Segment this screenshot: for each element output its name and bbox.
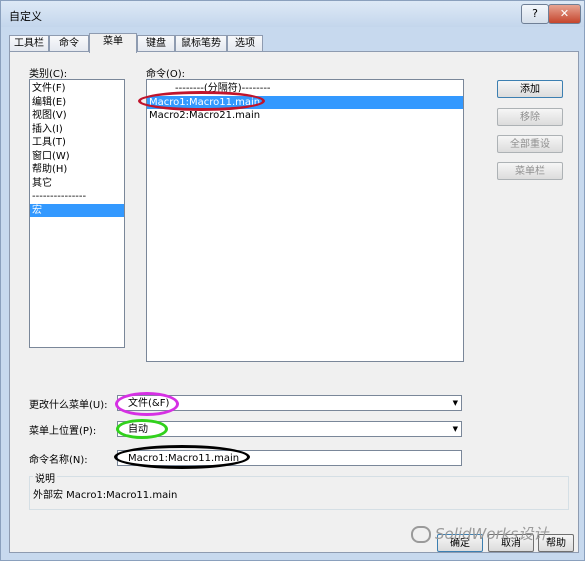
tab-commands[interactable]: 命令 — [49, 35, 89, 52]
remove-button[interactable]: 移除 — [497, 108, 563, 126]
description-group: 说明 外部宏 Macro1:Macro11.main — [29, 470, 569, 510]
category-item[interactable]: 视图(V) — [30, 109, 124, 123]
watermark-text: SolidWorks设计 — [435, 525, 549, 543]
commands-label: 命令(O): — [146, 69, 186, 80]
change-menu-label: 更改什么菜单(U): — [29, 400, 108, 411]
category-item[interactable]: 工具(T) — [30, 136, 124, 150]
tab-mouse-gestures[interactable]: 鼠标笔势 — [175, 35, 227, 52]
commands-list[interactable]: --------(分隔符)-------- Macro1:Macro11.mai… — [146, 79, 464, 362]
menus-tab-panel: 类别(C): 文件(F) 编辑(E) 视图(V) 插入(I) 工具(T) 窗口(… — [9, 51, 579, 553]
tab-toolbars[interactable]: 工具栏 — [9, 35, 49, 52]
command-item-macro2[interactable]: Macro2:Macro21.main — [147, 109, 463, 123]
category-item[interactable]: 其它 — [30, 177, 124, 191]
wechat-logo-icon — [411, 526, 431, 543]
category-item[interactable]: 编辑(E) — [30, 96, 124, 110]
category-item[interactable]: 帮助(H) — [30, 163, 124, 177]
command-name-input[interactable]: Macro1:Macro11.main — [117, 450, 462, 466]
chevron-down-icon: ▼ — [452, 425, 458, 433]
watermark: SolidWorks设计 — [411, 523, 548, 544]
tab-menus[interactable]: 菜单 — [89, 33, 137, 53]
categories-label: 类别(C): — [29, 69, 68, 80]
help-title-button[interactable]: ? — [521, 4, 549, 24]
menu-position-label: 菜单上位置(P): — [29, 426, 97, 437]
customize-dialog: 自定义 ? ✕ 工具栏 命令 菜单 键盘 鼠标笔势 选项 类别(C): 文件(F… — [0, 0, 585, 561]
title-bar[interactable]: 自定义 ? ✕ — [1, 1, 584, 27]
category-item-macro[interactable]: 宏 — [30, 203, 124, 217]
change-menu-dropdown[interactable]: 文件(&F) ▼ — [117, 395, 462, 411]
reset-all-button[interactable]: 全部重设 — [497, 135, 563, 153]
menu-position-dropdown[interactable]: 自动 ▼ — [117, 421, 462, 437]
command-name-label: 命令名称(N): — [29, 455, 88, 466]
description-text: 外部宏 Macro1:Macro11.main — [33, 490, 178, 501]
tab-options[interactable]: 选项 — [227, 35, 263, 52]
category-item[interactable]: 窗口(W) — [30, 150, 124, 164]
add-button[interactable]: 添加 — [497, 80, 563, 98]
chevron-down-icon: ▼ — [452, 399, 458, 407]
change-menu-value: 文件(&F) — [128, 398, 170, 409]
category-item[interactable]: 插入(I) — [30, 123, 124, 137]
command-name-value: Macro1:Macro11.main — [128, 453, 240, 464]
category-separator: --------------- — [32, 191, 87, 202]
category-item[interactable]: 文件(F) — [30, 82, 124, 96]
command-item-macro1[interactable]: Macro1:Macro11.main — [147, 95, 463, 109]
categories-list[interactable]: 文件(F) 编辑(E) 视图(V) 插入(I) 工具(T) 窗口(W) 帮助(H… — [29, 79, 125, 348]
command-separator[interactable]: --------(分隔符)-------- — [147, 82, 463, 96]
close-button[interactable]: ✕ — [548, 4, 581, 24]
menu-position-value: 自动 — [128, 424, 148, 435]
window-title: 自定义 — [9, 10, 42, 23]
tab-keyboard[interactable]: 键盘 — [137, 35, 175, 52]
description-title: 说明 — [33, 470, 57, 485]
menu-bar-button[interactable]: 菜单栏 — [497, 162, 563, 180]
